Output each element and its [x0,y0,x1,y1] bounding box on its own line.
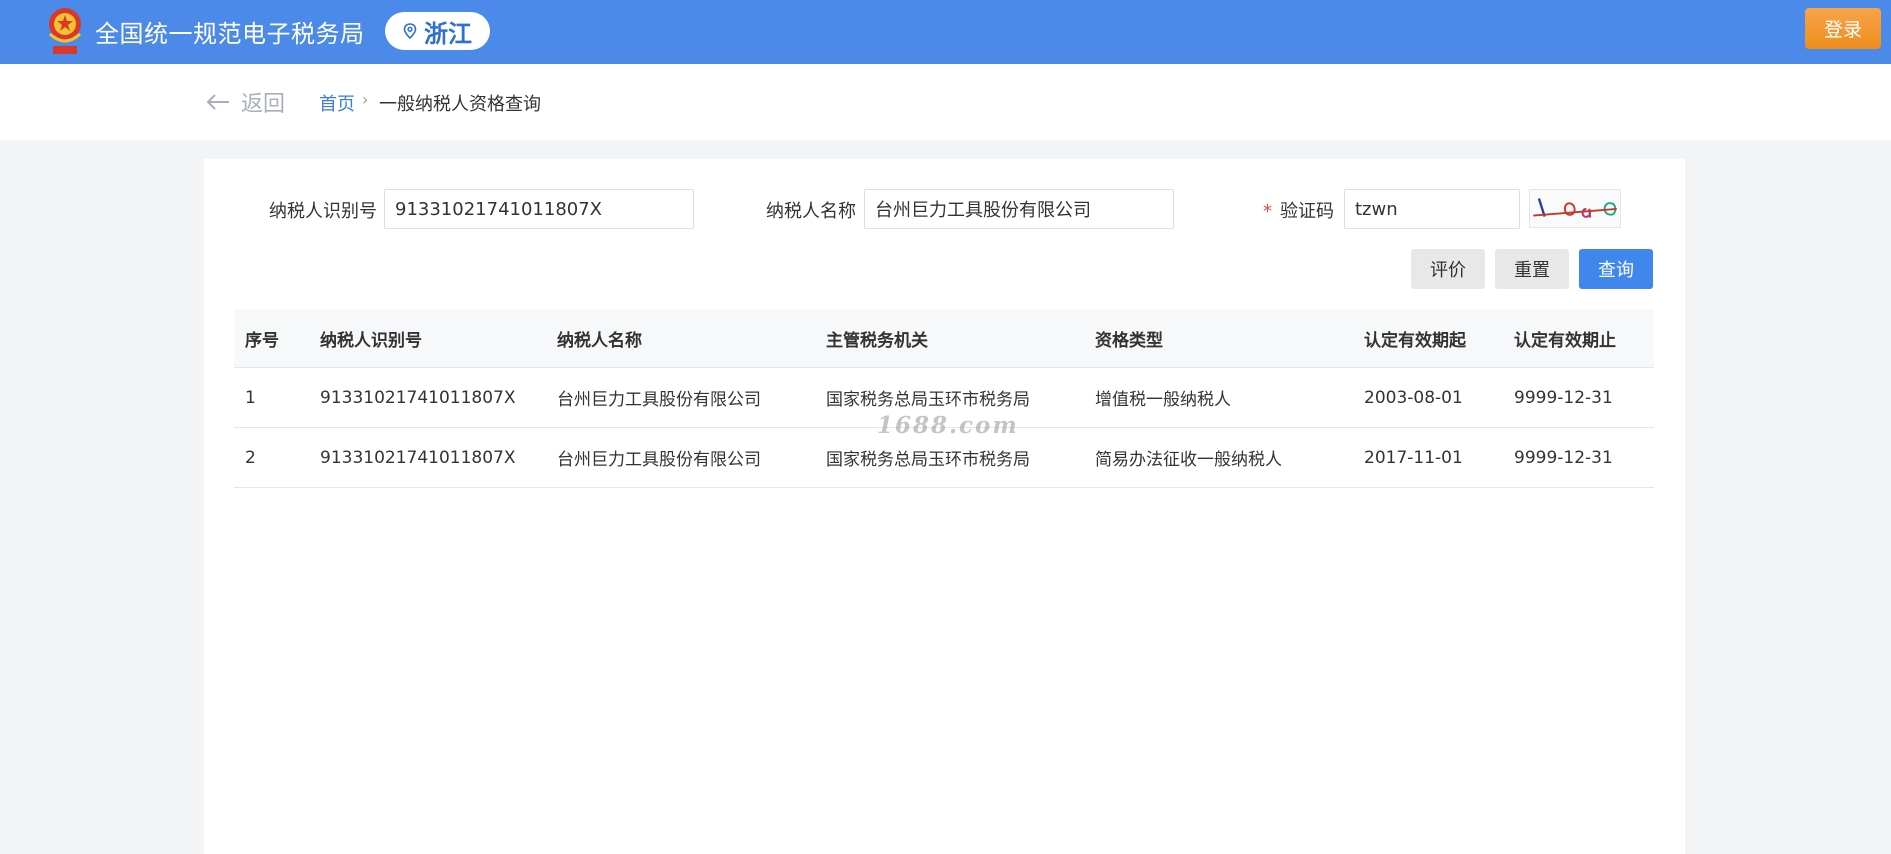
table-cell: 台州巨力工具股份有限公司 [557,390,761,410]
location-pin-icon [403,23,417,39]
taxpayer-name-label: 纳税人名称 [766,201,856,222]
taxpayer-name-input[interactable] [864,189,1174,229]
column-header: 序号 [245,330,279,351]
table-cell: 2 [245,447,256,468]
table-cell: 台州巨力工具股份有限公司 [557,450,761,470]
table-cell: 国家税务总局玉环市税务局 [826,450,1030,470]
table-header: 序号 纳税人识别号 纳税人名称 主管税务机关 资格类型 认定有效期起 认定有效期… [234,309,1654,368]
table-cell: 9999-12-31 [1514,447,1613,468]
required-mark: * [1263,201,1272,222]
breadcrumb-separator: › [362,90,369,109]
column-header: 纳税人名称 [557,330,642,351]
captcha-image[interactable] [1529,189,1621,228]
top-bar: 全国统一规范电子税务局 浙江 登录 [0,0,1891,64]
column-header: 纳税人识别号 [320,330,422,351]
table-cell: 简易办法征收一般纳税人 [1095,450,1282,470]
table-cell: 增值税一般纳税人 [1095,390,1231,410]
region-label: 浙江 [424,19,472,48]
column-header: 认定有效期起 [1364,330,1466,351]
table-cell: 91331021741011807X [320,447,516,468]
captcha-input[interactable] [1344,189,1520,229]
column-header: 资格类型 [1095,330,1163,351]
result-table: 序号 纳税人识别号 纳税人名称 主管税务机关 资格类型 认定有效期起 认定有效期… [234,309,1654,488]
table-row: 2 91331021741011807X 台州巨力工具股份有限公司 国家税务总局… [234,428,1654,488]
login-button[interactable]: 登录 [1805,8,1881,49]
query-card: 纳税人识别号 纳税人名称 * 验证码 评价 重置 查询 序号 纳税人识别号 纳税人… [204,159,1685,854]
captcha-label: * 验证码 [1263,197,1334,223]
breadcrumb-home-link[interactable]: 首页 [319,90,355,116]
column-header: 认定有效期止 [1514,330,1616,351]
evaluate-button[interactable]: 评价 [1411,249,1485,289]
reset-button[interactable]: 重置 [1495,249,1569,289]
table-cell: 9999-12-31 [1514,387,1613,408]
captcha-label-text: 验证码 [1280,201,1334,222]
taxpayer-id-input[interactable] [384,189,694,229]
site-title: 全国统一规范电子税务局 [95,20,365,48]
arrow-left-icon [206,94,229,110]
back-button[interactable]: 返回 [205,86,285,118]
region-selector[interactable]: 浙江 [385,12,490,50]
breadcrumb-current: 一般纳税人资格查询 [379,94,541,115]
table-cell: 91331021741011807X [320,387,516,408]
table-cell: 1 [245,387,256,408]
tax-emblem-logo [48,8,82,54]
table-cell: 国家税务总局玉环市税务局 [826,390,1030,410]
breadcrumb-bar: 返回 首页 › 一般纳税人资格查询 [0,64,1891,140]
table-cell: 2003-08-01 [1364,387,1463,408]
taxpayer-id-label: 纳税人识别号 [269,201,377,222]
column-header: 主管税务机关 [826,330,928,351]
back-label: 返回 [241,92,286,117]
table-row: 1 91331021741011807X 台州巨力工具股份有限公司 国家税务总局… [234,368,1654,428]
table-cell: 2017-11-01 [1364,447,1463,468]
query-button[interactable]: 查询 [1579,249,1653,289]
